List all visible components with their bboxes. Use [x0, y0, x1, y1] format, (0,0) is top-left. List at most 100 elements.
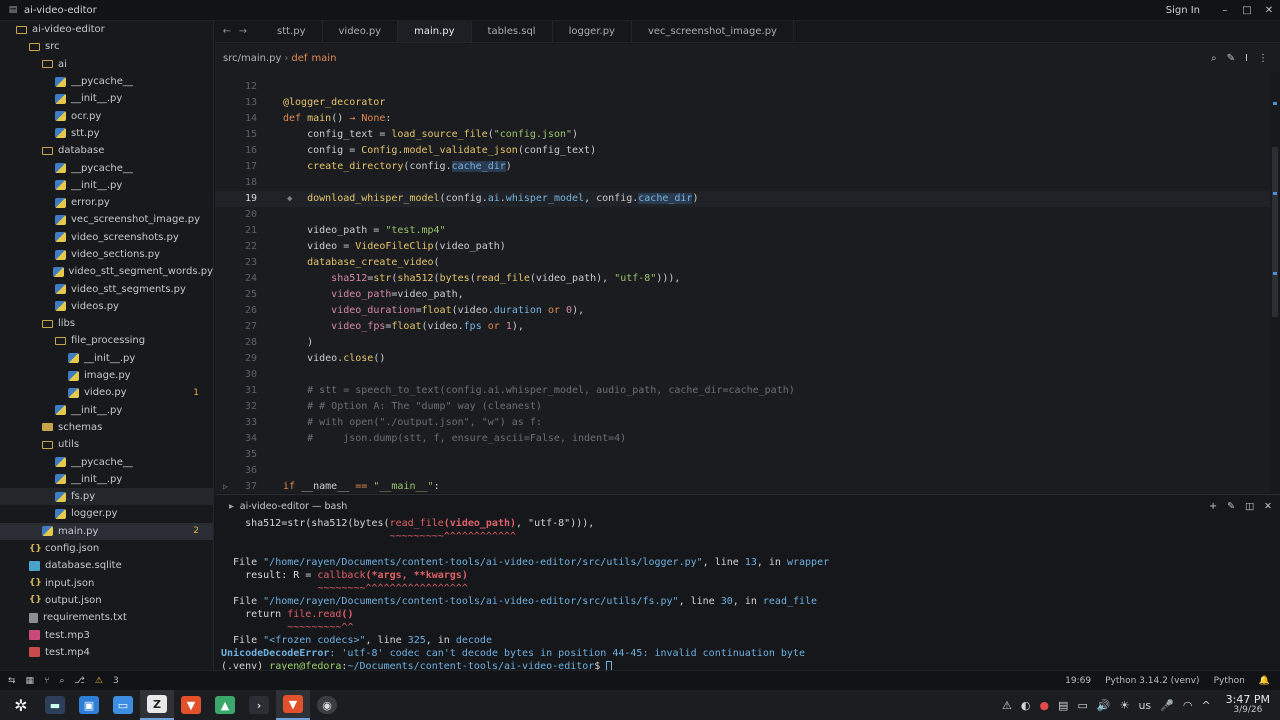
tree-item[interactable]: error.py [0, 194, 213, 211]
line-number[interactable]: 36 [215, 463, 257, 479]
clipboard-icon[interactable]: ▤ [1058, 699, 1068, 712]
files-app-icon[interactable]: ▭ [106, 690, 140, 720]
warning-count[interactable]: 3 [113, 676, 119, 686]
code-line[interactable]: 37 ▷ if __name__ == "__main__": [215, 479, 1270, 493]
line-number[interactable]: 30 [215, 367, 257, 383]
tree-item[interactable]: vec_screenshot_image.py [0, 211, 213, 228]
tree-item[interactable]: video.py 1 [0, 384, 213, 401]
git-icon[interactable]: ⎇ [75, 676, 85, 686]
breadcrumb-path[interactable]: src/main.py [223, 53, 281, 64]
assistant-icon[interactable]: ✎ [1227, 53, 1235, 64]
tree-item[interactable]: test.mp3 [0, 626, 213, 643]
zed-app-icon[interactable]: Z [140, 690, 174, 720]
code-line[interactable]: 22 video = VideoFileClip(video_path) [215, 239, 1270, 255]
code-line[interactable]: 31 # stt = speech_to_text(config.ai.whis… [215, 383, 1270, 399]
keyboard-layout[interactable]: us [1138, 699, 1151, 712]
maximize-button[interactable]: □ [1236, 5, 1258, 16]
close-button[interactable]: ✕ [1258, 5, 1280, 16]
search-icon[interactable]: ⌕ [1211, 53, 1217, 64]
close-panel-icon[interactable]: ✕ [1264, 501, 1272, 512]
scrollbar-thumb[interactable] [1272, 147, 1278, 317]
split-icon[interactable]: ◫ [1245, 501, 1254, 512]
tree-item[interactable]: video_sections.py [0, 246, 213, 263]
line-number[interactable]: 18 [215, 175, 257, 191]
tree-item[interactable]: video_screenshots.py [0, 229, 213, 246]
display-icon[interactable]: ▭ [1077, 699, 1087, 712]
code-line[interactable]: 15 config_text = load_source_file("confi… [215, 127, 1270, 143]
minimize-button[interactable]: – [1214, 5, 1236, 16]
tree-item[interactable]: __init__.py [0, 402, 213, 419]
tree-item[interactable]: video_stt_segment_words.py [0, 263, 213, 280]
brave-window-icon[interactable]: ▼ [276, 690, 310, 720]
cursor-position[interactable]: 19:69 [1065, 676, 1091, 686]
code-line[interactable]: 36 [215, 463, 1270, 479]
fold-icon[interactable]: ▷ [223, 479, 228, 493]
more-icon[interactable]: ⋮ [1258, 53, 1268, 64]
code-line[interactable]: 27 video_fps=float(video.fps or 1), [215, 319, 1270, 335]
code-line[interactable]: 21 video_path = "test.mp4" [215, 223, 1270, 239]
tree-item[interactable]: videos.py [0, 298, 213, 315]
terminal-panel[interactable]: ▸ ai-video-editor — bash + ✎ ◫ ✕ sha512=… [215, 494, 1280, 673]
code-line[interactable]: 18 [215, 175, 1270, 191]
tree-item[interactable]: schemas [0, 419, 213, 436]
warning-icon[interactable]: ⚠ [95, 676, 103, 686]
line-number[interactable]: 20 [215, 207, 257, 223]
code-line[interactable]: 19 ◆ download_whisper_model(config.ai.whi… [215, 191, 1270, 207]
bell-icon[interactable]: 🔔 [1259, 676, 1270, 686]
sign-in-button[interactable]: Sign In [1166, 5, 1200, 16]
tree-item[interactable]: __init__.py [0, 471, 213, 488]
tree-item[interactable]: fs.py [0, 488, 213, 506]
breadcrumb-function[interactable]: main [311, 53, 336, 64]
code-line[interactable]: 29 video.close() [215, 351, 1270, 367]
tree-item[interactable]: requirements.txt [0, 609, 213, 626]
line-number[interactable]: 27 [215, 319, 257, 335]
tree-item[interactable]: __pycache__ [0, 73, 213, 90]
tree-item[interactable]: __init__.py [0, 90, 213, 107]
tree-item[interactable]: {} config.json [0, 540, 213, 557]
editor-tab[interactable]: tables.sql [472, 21, 553, 42]
code-line[interactable]: 24 sha512=str(sha512(bytes(read_file(vid… [215, 271, 1270, 287]
branch-icon[interactable]: ⑂ [44, 676, 49, 686]
line-number[interactable]: 34 [215, 431, 257, 447]
tree-item[interactable]: database [0, 142, 213, 159]
record-icon[interactable]: ● [1039, 699, 1049, 712]
expand-tray-icon[interactable]: ^ [1201, 699, 1210, 712]
line-number[interactable]: 13 [215, 95, 257, 111]
line-number[interactable]: 15 [215, 127, 257, 143]
nav-back-icon[interactable]: ← [219, 21, 235, 42]
tree-item[interactable]: main.py 2 [0, 522, 213, 540]
new-terminal-icon[interactable]: + [1209, 501, 1217, 512]
code-line[interactable]: 14 def main() → None: [215, 111, 1270, 127]
line-number[interactable]: 22 [215, 239, 257, 255]
app-launcher-icon[interactable]: ✲ [4, 690, 38, 720]
tree-item[interactable]: logger.py [0, 505, 213, 522]
tree-item[interactable]: utils [0, 436, 213, 453]
monitor-app-icon[interactable]: ▲ [208, 690, 242, 720]
code-line[interactable]: 12 [215, 79, 1270, 95]
code-line[interactable]: 35 [215, 447, 1270, 463]
code-line[interactable]: 34 # json.dump(stt, f, ensure_ascii=Fals… [215, 431, 1270, 447]
volume-icon[interactable]: 🔊 [1097, 699, 1111, 712]
line-number[interactable]: 19 [215, 191, 257, 207]
code-line[interactable]: 33 # with open("./output.json", "w") as … [215, 415, 1270, 431]
terminal-app-icon[interactable]: ▬ [38, 690, 72, 720]
line-number[interactable]: 17 [215, 159, 257, 175]
code-line[interactable]: 23 database_create_video( [215, 255, 1270, 271]
terminal-output[interactable]: sha512=str(sha512(bytes(read_file(video_… [215, 517, 1280, 673]
wifi-icon[interactable]: ◠ [1183, 699, 1193, 712]
editor-tab[interactable]: logger.py [553, 21, 632, 42]
brightness-icon[interactable]: ☀ [1120, 699, 1130, 712]
line-number[interactable]: 14 [215, 111, 257, 127]
tree-item[interactable]: ai-video-editor [0, 21, 213, 38]
tree-item[interactable]: __init__.py [0, 350, 213, 367]
tree-item[interactable]: file_processing [0, 332, 213, 349]
clock[interactable]: 3:47 PM 3/9/26 [1226, 694, 1270, 716]
code-line[interactable]: 25 video_path=video_path, [215, 287, 1270, 303]
code-line[interactable]: 16 config = Config.model_validate_json(c… [215, 143, 1270, 159]
line-number[interactable]: 32 [215, 399, 257, 415]
code-line[interactable]: 28 ) [215, 335, 1270, 351]
editor-tab[interactable]: video.py [323, 21, 399, 42]
code-line[interactable]: 26 video_duration=float(video.duration o… [215, 303, 1270, 319]
line-number[interactable]: 31 [215, 383, 257, 399]
line-number[interactable]: 16 [215, 143, 257, 159]
